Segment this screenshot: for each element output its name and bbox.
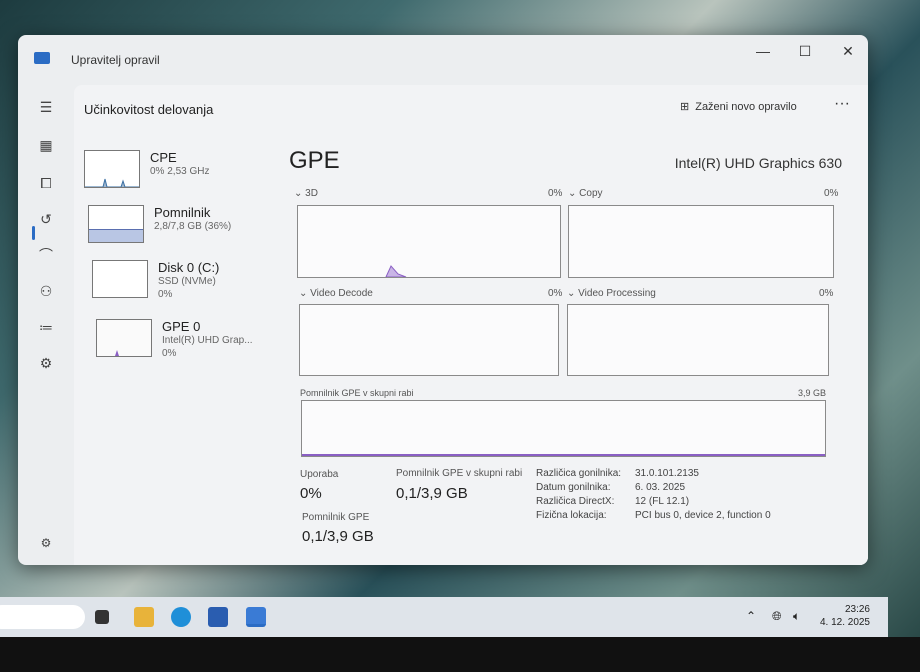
engine-video-decode-graph [299, 304, 559, 376]
network-globe-icon[interactable]: 🌐︎ [772, 609, 782, 624]
engine-copy-label: Copy [579, 188, 603, 199]
details-icon[interactable]: ≔ [36, 317, 56, 337]
sidebar-item-memory[interactable]: Pomnilnik 2,8/7,8 GB (36%) [88, 205, 231, 243]
engine-3d-value: 0% [548, 188, 563, 199]
driver-version-label: Različica gonilnika: [536, 468, 622, 479]
nav-rail: ☰ ▦ ⧠ ↺ ⌒ ⚇ ≔ ⚙ ⚙ [18, 85, 74, 565]
new-task-icon: ⊞ [680, 101, 690, 113]
show-hidden-icons-button[interactable]: ⌃ [746, 609, 756, 623]
engine-copy-graph [568, 205, 834, 278]
run-new-task-button[interactable]: ⊞ Zaženi novo opravilo [680, 100, 797, 114]
cpu-label: CPE [150, 150, 177, 165]
memory-stat: 2,8/7,8 GB (36%) [154, 221, 232, 232]
sidebar-item-gpu[interactable]: GPE 0 Intel(R) UHD Grap... 0% [96, 319, 253, 360]
sidebar-item-cpu[interactable]: CPE 0% 2,53 GHz [84, 150, 209, 188]
processes-icon[interactable]: ▦ [36, 135, 56, 155]
driver-date-label: Datum gonilnika: [536, 482, 611, 493]
usage-value: 0% [300, 485, 322, 502]
physical-location-label: Fizična lokacija: [536, 510, 607, 521]
engine-copy-selector[interactable]: ⌄ Copy [568, 188, 603, 199]
gpu-model: Intel(R) UHD Grap... [162, 335, 253, 346]
maximize-button[interactable]: ☐ [785, 39, 825, 63]
speaker-icon[interactable]: 🔈︎ [793, 609, 800, 624]
more-options-button[interactable]: ··· [834, 95, 850, 113]
disk-type: SSD (NVMe) [158, 276, 216, 287]
clock-date: 4. 12. 2025 [819, 617, 870, 628]
gpu-name: Intel(R) UHD Graphics 630 [674, 155, 842, 171]
shared-memory-graph-max: 3,9 GB [798, 388, 827, 398]
run-new-task-label: Zaženi novo opravilo [695, 100, 797, 113]
driver-version-value: 31.0.101.2135 [635, 468, 699, 479]
minimize-button[interactable]: — [743, 39, 783, 63]
clock[interactable]: 23:26 4. 12. 2025 [820, 603, 870, 629]
app-history-icon[interactable]: ↺ [36, 209, 56, 229]
users-icon[interactable]: ⚇ [36, 281, 56, 301]
physical-location-value: PCI bus 0, device 2, function 0 [635, 510, 771, 521]
engine-video-decode-label: Video Decode [310, 288, 373, 299]
engine-video-processing-graph [567, 304, 829, 376]
engine-3d-selector[interactable]: ⌄ 3D [294, 188, 318, 199]
cpu-thumbnail-graph [84, 150, 140, 188]
gpu-memory-label: Pomnilnik GPE [302, 512, 370, 523]
file-explorer-icon[interactable] [134, 607, 154, 627]
gpu-memory-value: 0,1/3,9 GB [302, 528, 374, 545]
sidebar-item-disk[interactable]: Disk 0 (C:) SSD (NVMe) 0% [92, 260, 219, 301]
disk-thumbnail-graph [92, 260, 148, 298]
cpu-stat: 0% 2,53 GHz [150, 166, 210, 177]
shared-memory-label: Pomnilnik GPE v skupni rabi [396, 468, 523, 479]
directx-version-label: Različica DirectX: [536, 496, 615, 507]
directx-version-value: 12 (FL 12.1) [635, 496, 690, 507]
window-title: Upravitelj opravil [71, 53, 160, 67]
hamburger-menu-icon[interactable]: ☰ [36, 97, 56, 117]
gpu-thumbnail-graph [96, 319, 152, 357]
shared-memory-graph-label: Pomnilnik GPE v skupni rabi [300, 388, 414, 398]
driver-date-value: 6. 03. 2025 [635, 482, 686, 493]
task-manager-window: Upravitelj opravil — ☐ ✕ ☰ ▦ ⧠ ↺ ⌒ ⚇ ≔ ⚙… [18, 35, 868, 565]
usage-label: Uporaba [300, 469, 339, 480]
gpu-stat: 0% [162, 348, 177, 359]
memory-label: Pomnilnik [154, 205, 211, 220]
shared-memory-graph [301, 400, 826, 457]
engine-video-processing-value: 0% [819, 288, 834, 299]
task-manager-taskbar-icon[interactable] [246, 607, 266, 627]
app-icon [34, 52, 50, 64]
page-title: Učinkovitost delovanja [84, 102, 214, 117]
task-view-icon[interactable] [95, 610, 109, 624]
memory-thumbnail-graph [88, 205, 144, 243]
store-icon[interactable] [208, 607, 228, 627]
monitor-bezel [0, 637, 920, 672]
taskbar: ⌃ 🌐︎ 🔈︎ 23:26 4. 12. 2025 [0, 597, 888, 637]
engine-video-processing-selector[interactable]: ⌄ Video Processing [567, 288, 656, 299]
engine-copy-value: 0% [824, 188, 839, 199]
gpu-details: Različica gonilnika: 31.0.101.2135 Datum … [536, 468, 771, 521]
performance-page: Učinkovitost delovanja ⊞ Zaženi novo opra… [74, 85, 868, 565]
edge-icon[interactable] [171, 607, 191, 627]
close-button[interactable]: ✕ [828, 39, 868, 63]
disk-label: Disk 0 (C:) [158, 260, 220, 275]
performance-icon[interactable]: ⧠ [36, 173, 56, 193]
taskbar-search[interactable] [0, 605, 85, 629]
gpu-title: GPE [289, 147, 340, 174]
engine-video-processing-label: Video Processing [578, 288, 656, 299]
selected-indicator [32, 226, 35, 240]
gpu-label: GPE 0 [162, 319, 201, 334]
engine-3d-graph [297, 205, 561, 278]
clock-time: 23:26 [844, 604, 870, 615]
startup-apps-icon[interactable]: ⌒ [36, 245, 56, 265]
engine-video-decode-value: 0% [548, 288, 563, 299]
disk-stat: 0% [158, 289, 173, 300]
shared-memory-value: 0,1/3,9 GB [396, 485, 468, 502]
engine-video-decode-selector[interactable]: ⌄ Video Decode [299, 288, 373, 299]
title-bar: Upravitelj opravil — ☐ ✕ [18, 35, 868, 85]
services-icon[interactable]: ⚙ [36, 353, 56, 373]
engine-3d-label: 3D [305, 188, 318, 199]
settings-icon[interactable]: ⚙ [36, 533, 56, 553]
